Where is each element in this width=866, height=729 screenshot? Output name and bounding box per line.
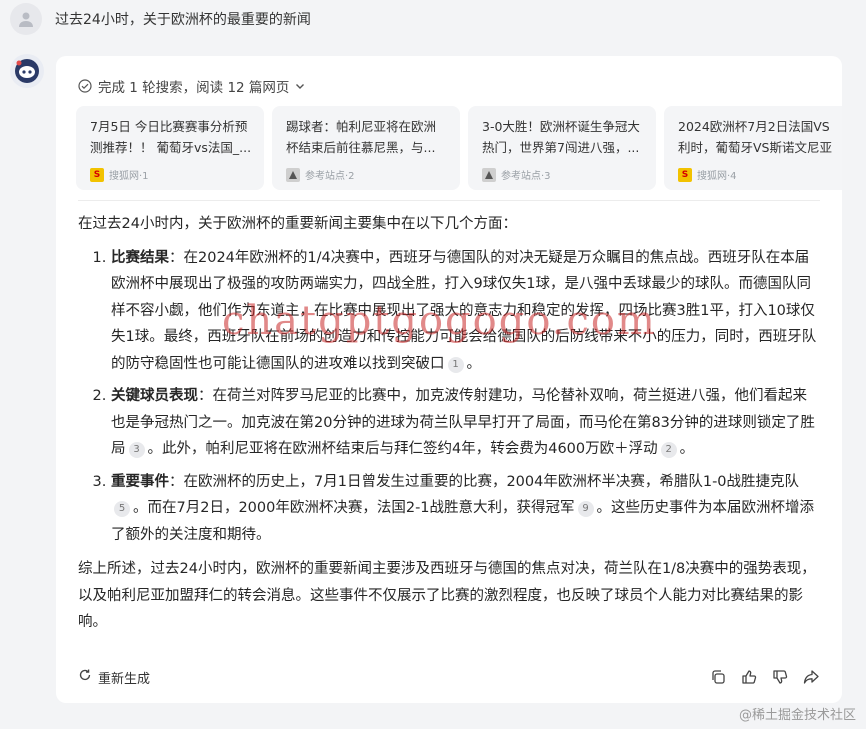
source-title: 踢球者：帕利尼亚将在欧洲杯结束后前往慕尼黑，与... [286,119,437,155]
source-title: 7月5日 今日比赛赛事分析预测推荐！！ 葡萄牙vs法国_... [90,119,252,155]
source-meta: 参考站点·3 [482,167,551,182]
share-icon [803,670,819,684]
citation-badge[interactable]: 5 [114,501,130,517]
source-site: 参考站点·2 [305,171,355,182]
source-card[interactable]: 2024欧洲杯7月2日法国VS利时，葡萄牙VS斯诺文尼亚 S 搜狐网·4 [664,106,842,190]
dislike-button[interactable] [771,668,789,686]
sohu-logo-icon: S [90,167,104,182]
chevron-down-icon [296,84,305,89]
source-meta: S 搜狐网·1 [90,167,149,182]
source-meta: S 搜狐网·4 [678,167,737,182]
corner-watermark: @稀土掘金技术社区 [738,708,856,723]
source-site: 搜狐网·4 [697,171,737,182]
answer-card: 完成 1 轮搜索，阅读 12 篇网页 7月5日 今日比赛赛事分析预测推荐！！ 葡… [56,56,842,703]
search-status-toggle[interactable]: 完成 1 轮搜索，阅读 12 篇网页 [78,76,306,96]
item-title: 比赛结果 [111,249,169,266]
citation-badge[interactable]: 3 [128,442,145,458]
answer-intro: 在过去24小时内，关于欧洲杯的重要新闻主要集中在以下几个方面： [78,216,517,232]
robot-icon [15,59,39,83]
share-button[interactable] [802,668,820,686]
item-text: ：在欧洲杯的历史上，7月1日曾发生过重要的比赛，2004年欧洲杯半决赛，希腊队1… [169,473,800,490]
source-card[interactable]: 3-0大胜！欧洲杯诞生争冠大热门，世界第7闯进八强，... 参考站点·3 [468,106,656,190]
answer-body: 在过去24小时内，关于欧洲杯的重要新闻主要集中在以下几个方面： 比赛结果：在20… [78,211,820,636]
thumbs-down-icon [773,670,788,684]
source-title: 2024欧洲杯7月2日法国VS利时，葡萄牙VS斯诺文尼亚 [678,119,832,155]
item-title: 关键球员表现 [111,388,198,404]
thumbs-up-icon [742,670,757,684]
regenerate-label: 重新生成 [98,671,151,687]
user-message: 过去24小时，关于欧洲杯的最重要的新闻 [10,3,311,35]
check-circle-icon [78,79,92,93]
item-text: ：在2024年欧洲杯的1/4决赛中，西班牙与德国队的对决无疑是万众瞩目的焦点战。… [111,249,817,372]
regenerate-button[interactable]: 重新生成 [78,668,150,687]
item-text: 。 [679,441,695,457]
copy-icon [712,670,725,684]
citation-badge[interactable]: 9 [577,501,594,517]
source-card[interactable]: 踢球者：帕利尼亚将在欧洲杯结束后前往慕尼黑，与... 参考站点·2 [272,106,460,190]
citation-badge[interactable]: 2 [660,442,677,458]
item-text: 。而在7月2日，2000年欧洲杯决赛，法国2-1战胜意大利，获得冠军 [133,500,575,516]
source-site: 参考站点·3 [501,171,551,182]
user-avatar [10,3,42,35]
item-text: 。此外，帕利尼亚将在欧洲杯结束后与拜仁签约4年，转会费为4600万欧＋浮动 [147,441,658,457]
list-item: 比赛结果：在2024年欧洲杯的1/4决赛中，西班牙与德国队的对决无疑是万众瞩目的… [111,245,820,378]
citation-badge[interactable]: 1 [447,356,464,373]
list-item: 关键球员表现：在荷兰对阵罗马尼亚的比赛中，加克波传射建功，马伦替补双响，荷兰挺进… [111,383,820,463]
user-question: 过去24小时，关于欧洲杯的最重要的新闻 [55,12,311,28]
item-title: 重要事件 [111,473,169,490]
list-item: 重要事件：在欧洲杯的历史上，7月1日曾发生过重要的比赛，2004年欧洲杯半决赛，… [111,469,820,549]
source-meta: 参考站点·2 [286,167,355,182]
source-site: 搜狐网·1 [109,171,149,182]
user-icon [19,12,33,27]
copy-button[interactable] [709,668,727,686]
assistant-avatar [10,54,44,88]
answer-summary: 综上所述，过去24小时内，欧洲杯的重要新闻主要涉及西班牙与德国的焦点对决，荷兰队… [78,561,816,630]
like-button[interactable] [740,668,758,686]
source-list: 7月5日 今日比赛赛事分析预测推荐！！ 葡萄牙vs法国_... S 搜狐网·1 … [76,106,842,190]
refresh-icon [78,668,92,686]
sohu-logo-icon: S [678,167,692,182]
search-status-label: 完成 1 轮搜索，阅读 12 篇网页 [98,80,290,96]
action-bar [696,668,820,686]
answer-list: 比赛结果：在2024年欧洲杯的1/4决赛中，西班牙与德国队的对决无疑是万众瞩目的… [78,245,820,549]
divider [78,200,820,201]
source-card[interactable]: 7月5日 今日比赛赛事分析预测推荐！！ 葡萄牙vs法国_... S 搜狐网·1 [76,106,264,190]
source-title: 3-0大胜！欧洲杯诞生争冠大热门，世界第7闯进八强，... [482,119,640,155]
reference-icon [286,167,300,182]
reference-icon [482,167,496,182]
answer-footer: 重新生成 [78,666,820,688]
